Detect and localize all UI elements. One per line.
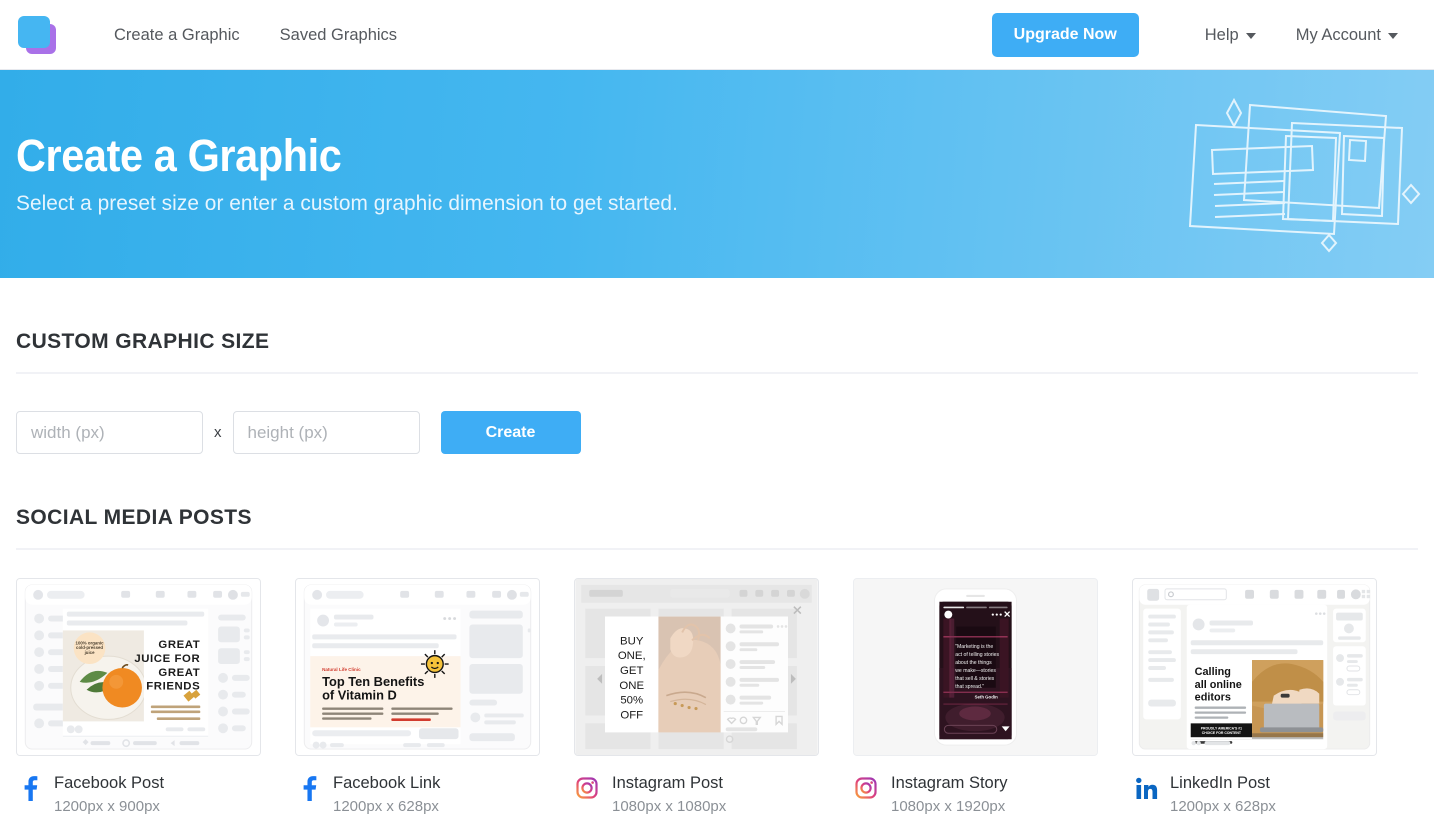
svg-text:"Marketing is the: "Marketing is the: [955, 644, 993, 650]
svg-text:that spread.": that spread.": [955, 684, 984, 690]
card-title: Instagram Post: [612, 774, 723, 792]
create-button[interactable]: Create: [440, 411, 581, 454]
svg-text:of Vitamin D: of Vitamin D: [322, 688, 397, 703]
card-dimensions: 1200px x 900px: [54, 798, 160, 816]
svg-text:editors: editors: [1195, 692, 1231, 704]
preview-thumbnail[interactable]: Calling all online editors PROUDLY AMERI…: [1132, 578, 1377, 756]
svg-text:GREAT: GREAT: [158, 667, 200, 679]
card-dimensions: 1080px x 1920px: [891, 798, 1006, 816]
preset-card-instagram-story[interactable]: "Marketing is the act of telling stories…: [853, 578, 1098, 818]
chevron-down-icon: [1245, 32, 1256, 39]
logo-front-square: [18, 15, 50, 48]
preset-card-instagram-post[interactable]: BUY ONE, GET ONE 50% OFF Instagram Post …: [574, 578, 819, 818]
upgrade-now-button[interactable]: Upgrade Now: [991, 12, 1139, 57]
facebook-icon: [24, 776, 38, 801]
svg-text:Seth Godin: Seth Godin: [975, 695, 999, 700]
svg-text:Top Ten Benefits: Top Ten Benefits: [322, 674, 424, 689]
my-account-menu[interactable]: My Account: [1276, 0, 1418, 70]
card-dimensions: 1080px x 1080px: [612, 798, 727, 816]
card-dimensions: 1200px x 628px: [333, 798, 439, 816]
svg-text:PROUDLY AMERICA'S #1: PROUDLY AMERICA'S #1: [1201, 726, 1242, 730]
svg-text:ONE: ONE: [619, 680, 644, 692]
card-title: LinkedIn Post: [1170, 774, 1270, 792]
instagram-icon: [576, 777, 598, 799]
help-menu-label: Help: [1204, 25, 1239, 44]
instagram-icon: [855, 777, 877, 799]
card-meta: Instagram Story 1080px x 1920px: [853, 756, 1098, 818]
help-menu[interactable]: Help: [1185, 0, 1276, 70]
preview-thumbnail[interactable]: BUY ONE, GET ONE 50% OFF: [574, 578, 819, 756]
primary-nav: Create a Graphic Saved Graphics: [94, 0, 417, 70]
facebook-icon: [303, 776, 317, 801]
preset-card-facebook-link[interactable]: Natural Life Clinic Top Ten Benefits of …: [295, 578, 540, 818]
svg-text:CHOICE FOR CONTENT: CHOICE FOR CONTENT: [1202, 731, 1242, 735]
svg-text:that sell & stories: that sell & stories: [955, 676, 994, 682]
facebook-feed-preview: 100% organic cold-pressed juice GREAT JU…: [17, 579, 260, 755]
instagram-post-preview: BUY ONE, GET ONE 50% OFF: [575, 579, 818, 755]
svg-text:about the things: about the things: [955, 660, 992, 666]
social-media-heading: SOCIAL MEDIA POSTS: [16, 506, 252, 529]
my-account-menu-label: My Account: [1295, 25, 1381, 44]
preview-thumbnail[interactable]: "Marketing is the act of telling stories…: [853, 578, 1098, 756]
social-media-posts-section: SOCIAL MEDIA POSTS 100% organic cold-pre…: [0, 454, 1434, 818]
card-title: Instagram Story: [891, 774, 1008, 792]
secondary-nav: Upgrade Now Help My Account: [991, 0, 1418, 70]
svg-text:juice: juice: [84, 650, 95, 655]
card-meta: Facebook Post 1200px x 900px: [16, 756, 261, 818]
instagram-story-preview: "Marketing is the act of telling stories…: [854, 579, 1097, 755]
app-logo[interactable]: [16, 13, 60, 57]
svg-text:we make—stories: we make—stories: [955, 668, 996, 674]
card-meta: Instagram Post 1080px x 1080px: [574, 756, 819, 818]
stacked-documents-illustration: [1188, 97, 1421, 253]
card-title: Facebook Link: [333, 774, 441, 792]
svg-text:GET: GET: [620, 665, 643, 677]
svg-text:GREAT: GREAT: [158, 639, 200, 651]
svg-text:Calling: Calling: [1195, 666, 1231, 678]
nav-create-a-graphic[interactable]: Create a Graphic: [94, 0, 260, 70]
svg-text:JUICE FOR: JUICE FOR: [134, 653, 200, 665]
card-meta: LinkedIn Post 1200px x 628px: [1132, 756, 1377, 818]
width-input[interactable]: [16, 411, 203, 454]
page-subtitle: Select a preset size or enter a custom g…: [16, 191, 678, 216]
preset-card-facebook-post[interactable]: 100% organic cold-pressed juice GREAT JU…: [16, 578, 261, 818]
preview-thumbnail[interactable]: 100% organic cold-pressed juice GREAT JU…: [16, 578, 261, 756]
svg-text:Natural Life Clinic: Natural Life Clinic: [322, 667, 361, 672]
svg-text:act of telling stories: act of telling stories: [955, 652, 999, 658]
nav-saved-graphics[interactable]: Saved Graphics: [260, 0, 417, 70]
svg-text:ONE,: ONE,: [618, 650, 646, 662]
preview-thumbnail[interactable]: Natural Life Clinic Top Ten Benefits of …: [295, 578, 540, 756]
linkedin-feed-preview: Calling all online editors PROUDLY AMERI…: [1133, 579, 1376, 755]
card-meta: Facebook Link 1200px x 628px: [295, 756, 540, 818]
page-title: Create a Graphic: [16, 129, 342, 181]
facebook-link-preview: Natural Life Clinic Top Ten Benefits of …: [296, 579, 539, 755]
svg-text:50%: 50%: [620, 695, 643, 707]
dimension-separator: x: [214, 424, 222, 441]
chevron-down-icon: [1388, 32, 1398, 39]
preset-card-linkedin-post[interactable]: Calling all online editors PROUDLY AMERI…: [1132, 578, 1377, 818]
card-title: Facebook Post: [54, 774, 165, 792]
custom-size-form: x Create: [16, 374, 1418, 454]
linkedin-icon: [1136, 777, 1158, 799]
svg-text:BUY: BUY: [620, 635, 644, 647]
svg-text:FRIENDS: FRIENDS: [146, 681, 200, 693]
custom-graphic-size-section: CUSTOM GRAPHIC SIZE x Create: [0, 278, 1434, 454]
height-input[interactable]: [232, 411, 420, 454]
svg-text:all online: all online: [1195, 679, 1242, 691]
custom-size-heading: CUSTOM GRAPHIC SIZE: [16, 330, 270, 353]
card-dimensions: 1200px x 628px: [1170, 798, 1276, 816]
svg-text:OFF: OFF: [620, 709, 643, 721]
top-navigation-bar: Create a Graphic Saved Graphics Upgrade …: [0, 0, 1434, 70]
preset-card-list: 100% organic cold-pressed juice GREAT JU…: [16, 550, 1418, 818]
hero-banner: Create a Graphic Select a preset size or…: [0, 70, 1434, 278]
